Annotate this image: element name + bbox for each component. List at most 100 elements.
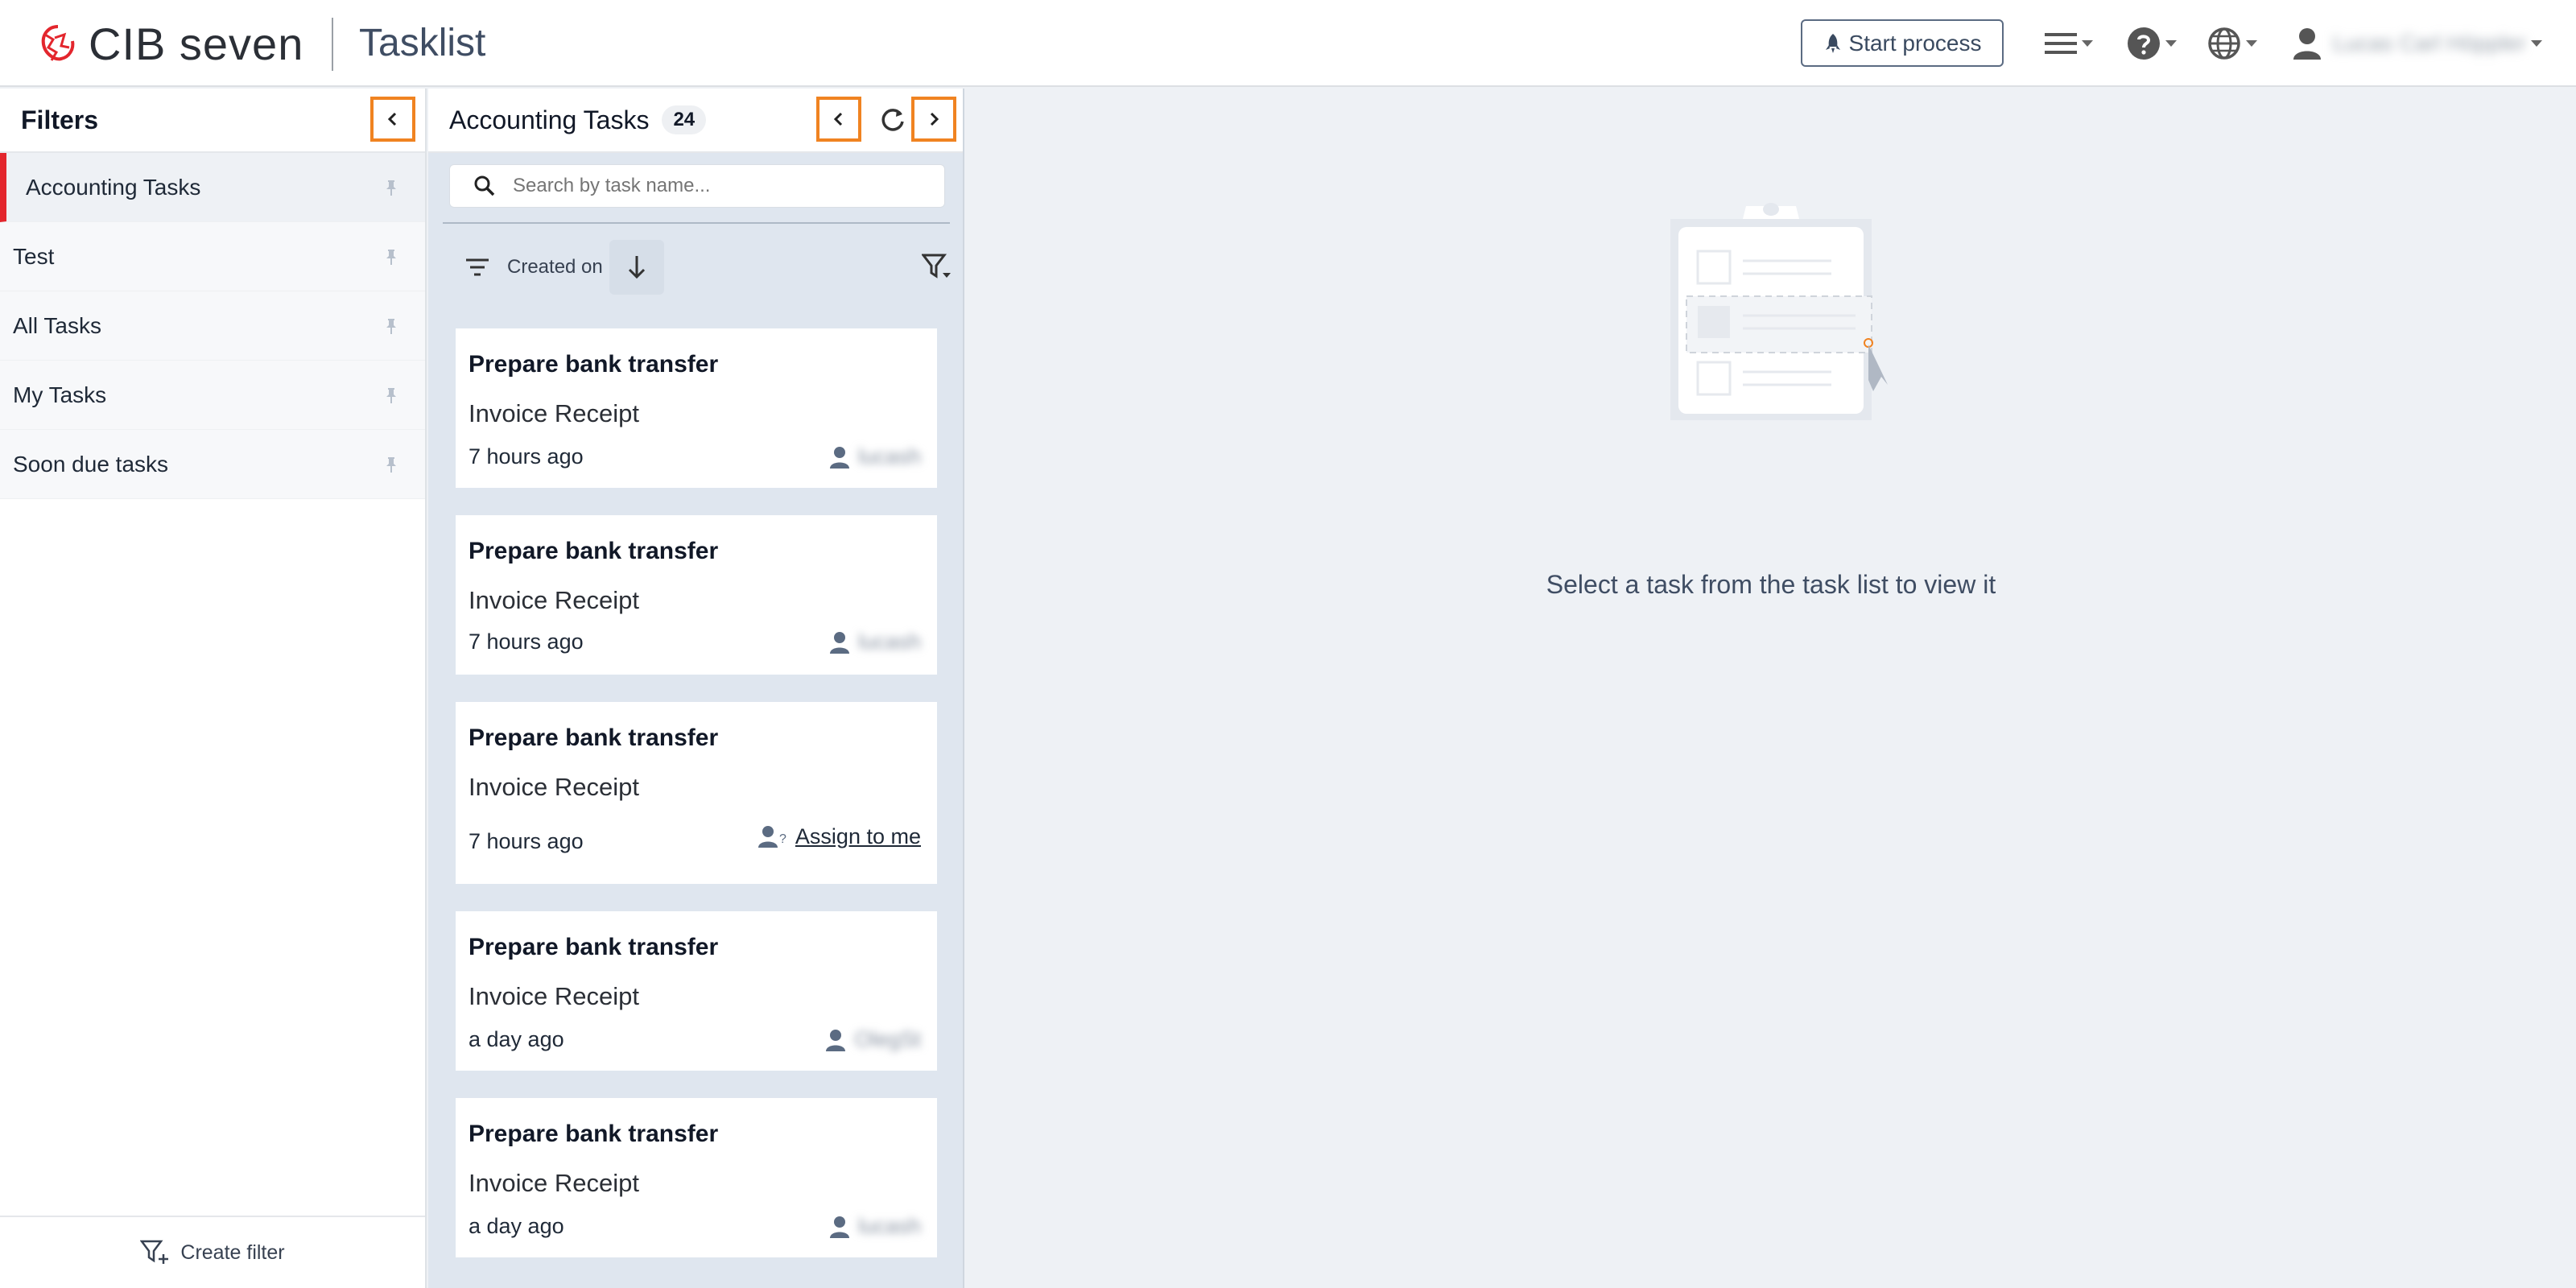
language-dropdown[interactable] <box>2207 23 2257 64</box>
filter-item-soon-due-tasks[interactable]: Soon due tasks <box>0 430 425 499</box>
start-process-label: Start process <box>1848 30 1982 56</box>
assignee-name: lucash <box>857 630 921 654</box>
assignee-name: OlegSt <box>854 1027 921 1051</box>
filter-item-label: Soon due tasks <box>13 451 169 477</box>
advanced-filter-icon[interactable] <box>921 254 952 281</box>
task-created-time: a day ago <box>469 1027 564 1051</box>
task-detail-panel: Select a task from the task list to view… <box>966 89 2576 1288</box>
svg-text:?: ? <box>779 832 786 846</box>
user-icon <box>829 631 849 654</box>
filter-item-test[interactable]: Test <box>0 222 425 291</box>
chevron-left-icon <box>833 112 843 126</box>
create-filter-label: Create filter <box>180 1241 285 1264</box>
task-card[interactable]: Prepare bank transfer Invoice Receipt 7 … <box>456 702 937 884</box>
task-name: Prepare bank transfer <box>469 351 719 378</box>
cib-logo-icon <box>41 24 75 61</box>
sort-field-label[interactable]: Created on <box>507 256 603 279</box>
task-assignee: lucash <box>829 444 921 469</box>
expand-task-button[interactable] <box>911 97 956 142</box>
globe-icon <box>2208 27 2240 60</box>
task-card[interactable]: Prepare bank transfer Invoice Receipt a … <box>456 1098 937 1257</box>
task-process-name: Invoice Receipt <box>469 773 639 801</box>
search-icon <box>474 175 495 196</box>
task-name: Prepare bank transfer <box>469 1121 719 1147</box>
chevron-left-icon <box>387 112 397 126</box>
pin-icon[interactable] <box>385 317 398 335</box>
chevron-down-icon <box>2082 40 2093 47</box>
help-dropdown[interactable] <box>2127 23 2177 64</box>
collapse-task-list-button[interactable] <box>816 97 861 142</box>
create-filter-button[interactable]: Create filter <box>0 1216 425 1288</box>
arrow-down-icon <box>628 256 645 279</box>
task-assignee: OlegSt <box>825 1027 921 1052</box>
task-name: Prepare bank transfer <box>469 934 719 960</box>
filter-item-accounting-tasks[interactable]: Accounting Tasks <box>0 153 425 222</box>
task-assignee: lucash <box>829 1214 921 1239</box>
top-navbar: CIB seven Tasklist Start process Lucas C… <box>0 0 2576 87</box>
brand[interactable]: CIB seven <box>37 18 303 70</box>
hamburger-menu-icon <box>2045 33 2077 54</box>
chevron-down-icon <box>2246 40 2257 47</box>
filter-item-label: My Tasks <box>13 382 107 407</box>
start-process-button[interactable]: Start process <box>1801 19 2004 67</box>
task-assignee: lucash <box>829 630 921 654</box>
empty-clipboard-illustration <box>1670 203 1888 420</box>
sort-options-icon[interactable] <box>465 258 489 277</box>
sort-direction-button[interactable] <box>609 240 664 295</box>
pin-icon[interactable] <box>385 386 398 404</box>
task-card[interactable]: Prepare bank transfer Invoice Receipt 7 … <box>456 515 937 675</box>
task-process-name: Invoice Receipt <box>469 1169 639 1197</box>
task-name: Prepare bank transfer <box>469 724 719 751</box>
user-icon <box>2293 28 2321 60</box>
task-list-header: Accounting Tasks 24 <box>428 89 963 153</box>
task-created-time: 7 hours ago <box>469 829 584 853</box>
user-icon <box>829 446 849 469</box>
collapse-filters-button[interactable] <box>370 97 415 142</box>
pin-icon[interactable] <box>385 179 398 196</box>
task-name: Prepare bank transfer <box>469 538 719 564</box>
task-created-time: 7 hours ago <box>469 444 584 469</box>
pin-icon[interactable] <box>385 248 398 266</box>
user-menu-dropdown[interactable]: Lucas Carl Höppler <box>2293 23 2542 64</box>
filter-item-my-tasks[interactable]: My Tasks <box>0 361 425 430</box>
task-process-name: Invoice Receipt <box>469 586 639 614</box>
task-card[interactable]: Prepare bank transfer Invoice Receipt a … <box>456 911 937 1071</box>
assign-user-icon: ? <box>758 825 786 848</box>
chevron-down-icon <box>2530 40 2542 47</box>
user-icon <box>829 1216 849 1238</box>
task-process-name: Invoice Receipt <box>469 982 639 1010</box>
empty-state-message: Select a task from the task list to view… <box>1546 570 1996 599</box>
filters-title: Filters <box>21 105 99 134</box>
brand-divider <box>332 18 333 71</box>
task-process-name: Invoice Receipt <box>469 399 639 427</box>
divider <box>443 222 950 224</box>
pin-icon[interactable] <box>385 456 398 473</box>
filter-item-all-tasks[interactable]: All Tasks <box>0 291 425 361</box>
task-created-time: a day ago <box>469 1214 564 1238</box>
search-box <box>449 164 945 208</box>
sort-toolbar: Created on <box>428 233 963 301</box>
rocket-icon <box>1825 33 1840 53</box>
filter-item-label: Test <box>13 243 55 269</box>
filters-header: Filters <box>0 89 425 153</box>
task-card[interactable]: Prepare bank transfer Invoice Receipt 7 … <box>456 328 937 488</box>
help-icon <box>2128 27 2160 60</box>
main-menu-dropdown[interactable] <box>2045 23 2093 64</box>
filter-add-icon <box>140 1240 169 1264</box>
task-created-time: 7 hours ago <box>469 630 584 654</box>
brand-name: CIB seven <box>89 19 304 69</box>
assign-to-me-label: Assign to me <box>795 824 921 848</box>
chevron-down-icon <box>2165 40 2177 47</box>
task-list-title: Accounting Tasks <box>449 105 650 134</box>
refresh-icon[interactable] <box>879 106 906 134</box>
assignee-name: lucash <box>857 444 921 469</box>
assignee-name: lucash <box>857 1214 921 1238</box>
task-count-badge: 24 <box>662 105 707 134</box>
search-input[interactable] <box>513 175 931 197</box>
assign-to-me-link[interactable]: ? Assign to me <box>758 824 921 849</box>
filters-sidebar: Filters Accounting Tasks Test All Tasks … <box>0 89 427 1288</box>
task-list-panel: Accounting Tasks 24 Created on <box>428 89 964 1288</box>
filter-item-label: All Tasks <box>13 312 101 338</box>
chevron-right-icon <box>930 112 939 126</box>
app-title: Tasklist <box>359 22 486 64</box>
